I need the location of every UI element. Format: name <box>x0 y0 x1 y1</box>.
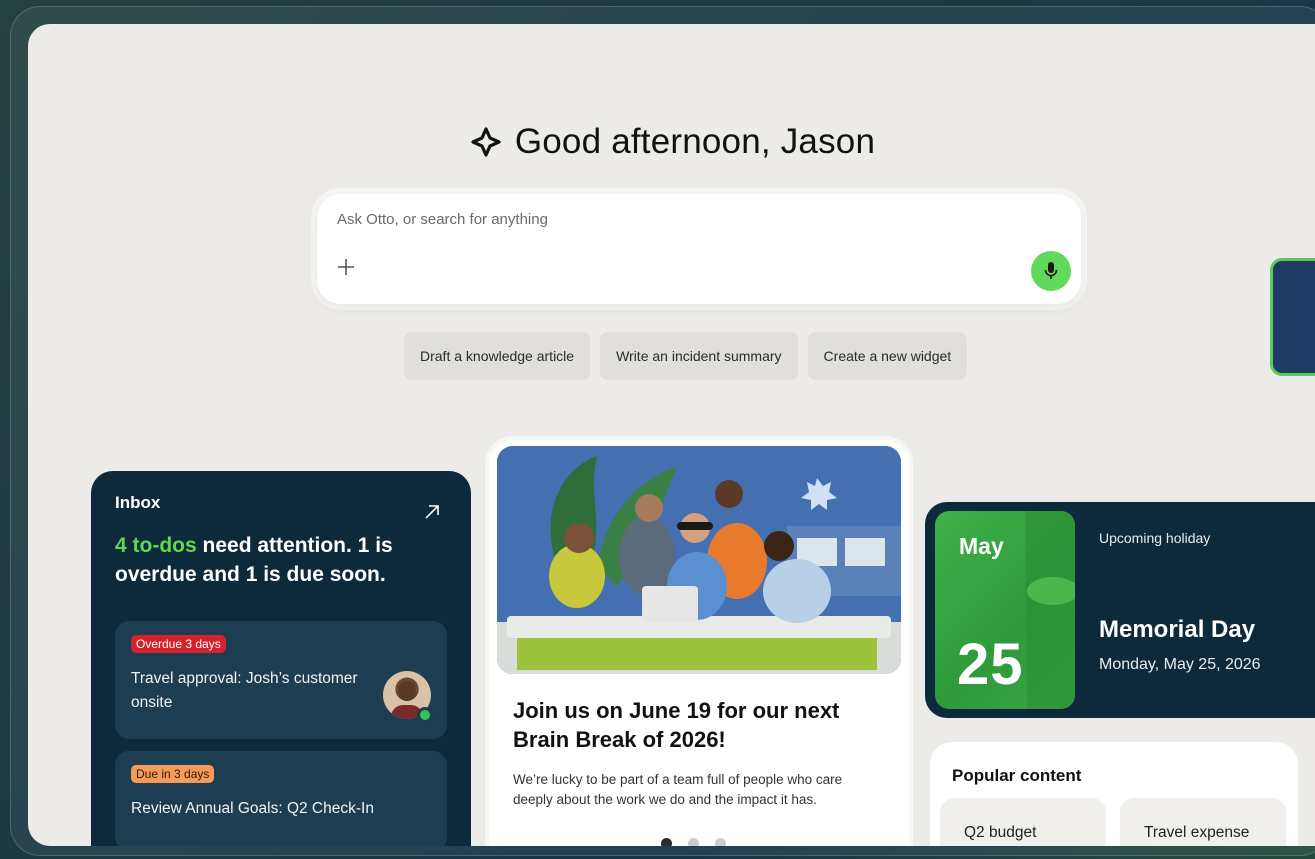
calendar-tile: May 25 <box>935 511 1075 709</box>
todo-item[interactable]: Due in 3 days Review Annual Goals: Q2 Ch… <box>115 751 447 846</box>
suggestion-chip[interactable]: Write an incident summary <box>600 332 798 380</box>
carousel-dot[interactable] <box>688 838 699 846</box>
inbox-summary: 4 to-dos need attention. 1 is overdue an… <box>115 531 447 589</box>
home-screen: Good afternoon, Jason Draft a knowledge … <box>28 24 1315 846</box>
todo-text: Travel approval: Josh’s customer onsite <box>131 670 358 711</box>
holiday-label: Upcoming holiday <box>1099 530 1211 546</box>
add-icon[interactable] <box>335 256 357 278</box>
voice-input-button[interactable] <box>1031 251 1071 291</box>
event-title: Join us on June 19 for our next Brain Br… <box>513 698 840 752</box>
popular-item[interactable]: Q2 budget <box>940 798 1106 846</box>
todo-count: 4 to-dos <box>115 534 197 557</box>
inbox-title: Inbox <box>115 493 161 512</box>
inbox-card: Inbox 4 to-dos need attention. 1 is over… <box>91 471 471 846</box>
side-panel-tab[interactable] <box>1270 258 1315 376</box>
holiday-name: Memorial Day <box>1099 616 1256 643</box>
carousel-pagination <box>661 838 726 846</box>
holiday-month: May <box>959 533 1004 559</box>
carousel-dot[interactable] <box>661 838 672 846</box>
popular-item[interactable]: Travel expense <box>1120 798 1286 846</box>
carousel-dot[interactable] <box>715 838 726 846</box>
popular-title: Popular content <box>952 766 1082 785</box>
holiday-date: Monday, May 25, 2026 <box>1099 656 1261 673</box>
popular-content-card: Popular content Q2 budget Travel expense <box>930 742 1298 846</box>
holiday-card[interactable]: May 25 Upcoming holiday Memorial Day Mon… <box>925 502 1315 718</box>
greeting-text: Good afternoon, Jason <box>514 122 876 161</box>
event-card[interactable]: Join us on June 19 for our next Brain Br… <box>489 440 909 846</box>
open-external-icon[interactable] <box>421 501 443 523</box>
search-input[interactable] <box>337 208 937 230</box>
holiday-day: 25 <box>957 632 1024 697</box>
team-photo-illustration <box>497 446 901 674</box>
event-description: We’re lucky to be part of a team full of… <box>513 772 843 807</box>
online-status-icon <box>417 707 433 723</box>
todo-text: Review Annual Goals: Q2 Check-In <box>131 800 374 817</box>
greeting-header: Good afternoon, Jason <box>28 122 1315 162</box>
team-photo <box>497 446 901 674</box>
suggestion-chip[interactable]: Create a new widget <box>807 332 968 380</box>
search-box <box>317 194 1081 304</box>
sparkle-icon <box>471 127 501 157</box>
suggestion-chips: Draft a knowledge article Write an incid… <box>404 332 968 380</box>
todo-item[interactable]: Overdue 3 days Travel approval: Josh’s c… <box>115 621 447 739</box>
suggestion-chip[interactable]: Draft a knowledge article <box>404 332 591 380</box>
status-badge: Due in 3 days <box>131 765 215 783</box>
microphone-icon <box>1044 262 1058 279</box>
status-badge: Overdue 3 days <box>131 635 226 653</box>
